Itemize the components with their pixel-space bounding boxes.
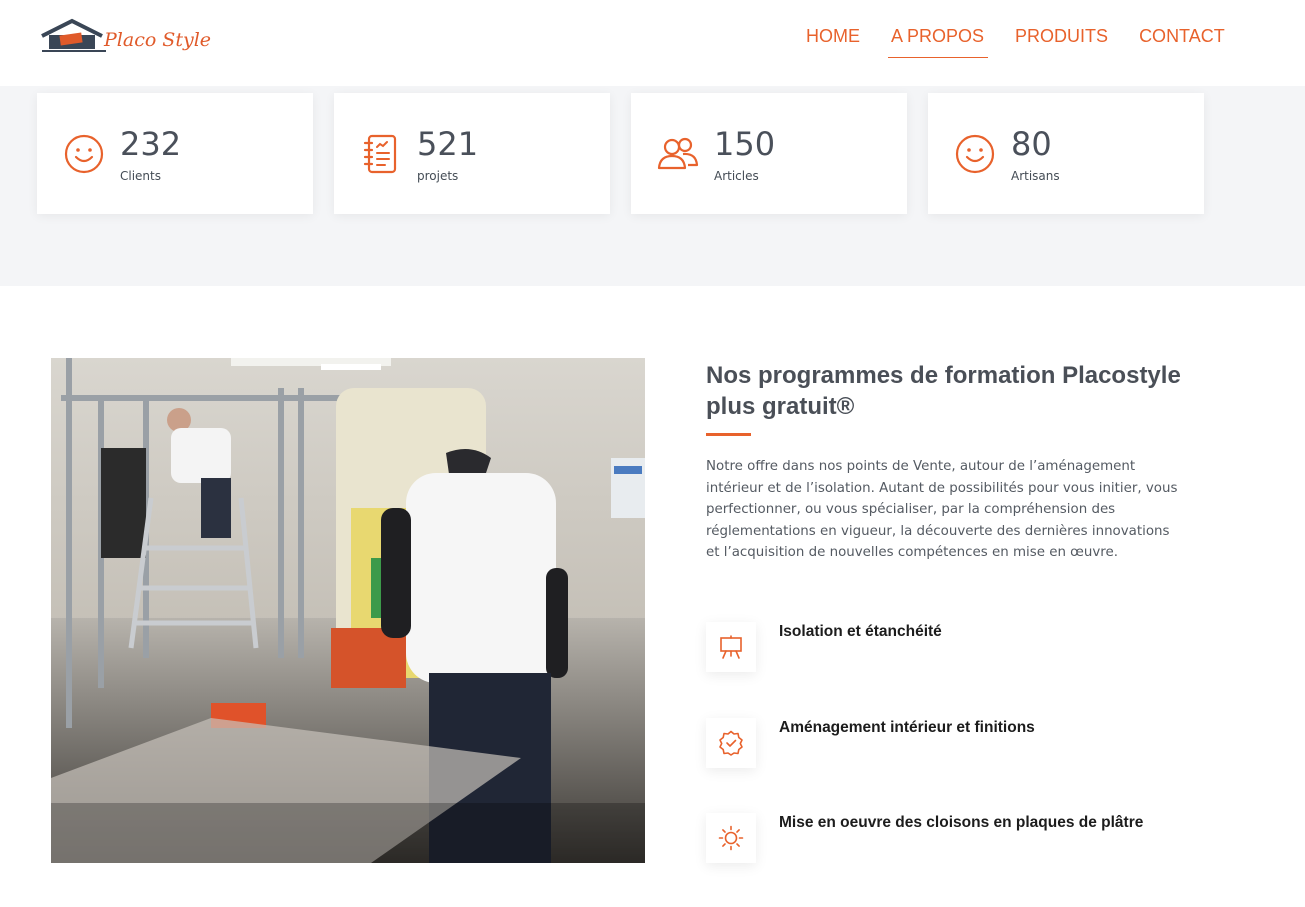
feature-title: Aménagement intérieur et finitions — [779, 719, 1035, 736]
stat-value: 80 — [1011, 125, 1052, 163]
stat-card-artisans: 80 Artisans — [928, 93, 1204, 214]
stat-card-projets: 521 projets — [334, 93, 610, 214]
nav-produits[interactable]: PRODUITS — [1015, 26, 1108, 57]
feature-title: Isolation et étanchéité — [779, 623, 942, 640]
smile-icon — [955, 134, 995, 174]
stat-card-articles: 150 Articles — [631, 93, 907, 214]
site-header: Placo Style HOME A PROPOS PRODUITS CONTA… — [0, 0, 1305, 86]
sun-icon — [718, 825, 744, 851]
nav-a-propos[interactable]: A PROPOS — [887, 26, 989, 58]
title-underline — [706, 433, 751, 436]
stat-value: 521 — [417, 125, 479, 163]
journal-icon — [363, 134, 397, 174]
nav-contact[interactable]: CONTACT — [1139, 26, 1225, 57]
stat-label: Clients — [120, 169, 161, 183]
logo-text: Placo Style — [104, 29, 212, 51]
easel-icon — [720, 635, 742, 659]
stat-label: projets — [417, 169, 459, 183]
workshop-image — [51, 358, 645, 863]
stat-value: 232 — [120, 125, 182, 163]
smile-icon — [64, 134, 104, 174]
patch-check-icon — [719, 730, 743, 756]
feature-icon-box — [706, 718, 756, 768]
stat-label: Articles — [714, 169, 759, 183]
feature-icon-box — [706, 813, 756, 863]
stat-label: Artisans — [1011, 169, 1060, 183]
section-paragraph: Notre offre dans nos points de Vente, au… — [706, 459, 1178, 560]
training-photo — [51, 358, 645, 863]
feature-title: Mise en oeuvre des cloisons en plaques d… — [779, 814, 1144, 831]
house-logo-icon — [41, 18, 212, 52]
site-logo[interactable]: Placo Style — [40, 18, 220, 58]
feature-icon-box — [706, 622, 756, 672]
stat-card-clients: 232 Clients — [37, 93, 313, 214]
people-icon — [657, 137, 699, 170]
stat-value: 150 — [714, 125, 776, 163]
section-title: Nos programmes de formation Placostyle p… — [706, 362, 1181, 420]
nav-home[interactable]: HOME — [806, 26, 860, 57]
main-nav: HOME A PROPOS PRODUITS CONTACT — [806, 26, 1256, 58]
